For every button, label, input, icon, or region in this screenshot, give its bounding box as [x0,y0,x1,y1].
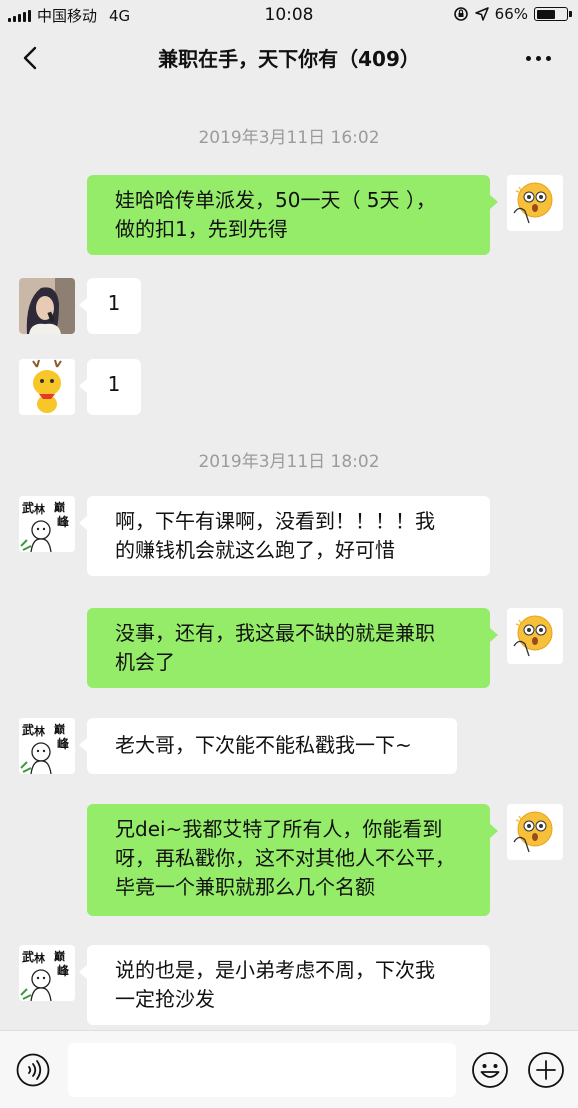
message-line: 一定抢沙发 [115,987,215,1011]
message-bubble-outgoing[interactable]: 没事，还有，我这最不缺的就是兼职 机会了 [87,608,498,688]
sketch-character-avatar[interactable]: 武 林 巅 峰 [19,718,75,774]
svg-text:林: 林 [34,951,45,965]
status-bar: 中国移动 4G 10:08 66% [0,0,578,30]
orientation-lock-icon [453,7,468,21]
message-line: 啊，下午有课啊，没看到！！！！我 [115,509,435,533]
battery-level [536,9,555,19]
svg-text:巅: 巅 [53,722,65,736]
message-line: 1 [107,372,121,396]
svg-text:峰: 峰 [57,736,70,751]
sketch-character-avatar[interactable]: 武 林 巅 峰 [19,496,75,552]
message-bubble-incoming[interactable]: 1 [79,359,141,415]
timestamp: 2019年3月11日 18:02 [198,452,380,472]
message-line: 娃哈哈传单派发，50一天（ 5天 ）， [115,188,436,212]
message-line: 呀，再私戳你，这不对其他人不公平， [115,846,455,870]
svg-text:武: 武 [22,949,34,964]
svg-text:巅: 巅 [53,949,65,963]
message-line: 说的也是，是小弟考虑不周，下次我 [115,958,435,982]
svg-text:武: 武 [22,722,34,737]
svg-text:巅: 巅 [53,500,65,514]
message-line: 老大哥，下次能不能私戳我一下~ [115,733,412,757]
plus-icon[interactable] [527,1051,565,1089]
timestamp: 2019年3月11日 16:02 [198,128,380,148]
message-bubble-incoming[interactable]: 啊，下午有课啊，没看到！！！！我 的赚钱机会就这么跑了，好可惜 [79,496,490,576]
yellow-deer-avatar[interactable] [19,359,75,415]
emoji-face-avatar[interactable] [507,175,563,231]
chat-area[interactable]: 2019年3月11日 16:02 娃哈哈传单派发，50一天（ 5天 ）， 做的扣… [0,86,578,1030]
message-line: 机会了 [115,650,175,674]
message-line: 兄dei~我都艾特了所有人，你能看到 [115,817,443,841]
sketch-character-avatar[interactable]: 武 林 巅 峰 [19,945,75,1001]
message-bubble-outgoing[interactable]: 兄dei~我都艾特了所有人，你能看到 呀，再私戳你，这不对其他人不公平， 毕竟一… [87,804,498,916]
message-input[interactable] [68,1043,456,1097]
nav-bar: 兼职在手，天下你有（409） [0,30,578,86]
svg-text:峰: 峰 [57,514,70,529]
svg-text:林: 林 [34,724,45,738]
message-line: 没事，还有，我这最不缺的就是兼职 [115,621,435,645]
svg-text:林: 林 [34,502,45,516]
message-bubble-outgoing[interactable]: 娃哈哈传单派发，50一天（ 5天 ）， 做的扣1，先到先得 [87,175,498,255]
message-line: 的赚钱机会就这么跑了，好可惜 [115,538,395,562]
svg-text:武: 武 [22,500,34,515]
location-icon [474,7,489,21]
battery-icon [534,7,572,21]
message-bubble-incoming[interactable]: 老大哥，下次能不能私戳我一下~ [79,718,457,774]
emoji-face-avatar[interactable] [507,804,563,860]
input-bar [0,1030,578,1108]
voice-icon[interactable] [16,1053,50,1087]
message-line: 毕竟一个兼职就那么几个名额 [115,875,375,899]
more-dots-icon[interactable] [526,48,556,68]
message-bubble-incoming[interactable]: 1 [79,278,141,334]
girl-photo-avatar[interactable] [19,278,75,334]
message-bubble-incoming[interactable]: 说的也是，是小弟考虑不周，下次我 一定抢沙发 [79,945,490,1025]
status-right: 66% [453,5,572,23]
svg-text:峰: 峰 [57,963,70,978]
battery-percent: 66% [494,5,528,23]
message-line: 做的扣1，先到先得 [115,217,288,241]
chat-title: 兼职在手，天下你有（409） [158,47,420,71]
emoji-face-avatar[interactable] [507,608,563,664]
emoji-icon[interactable] [471,1051,509,1089]
message-line: 1 [107,291,121,315]
